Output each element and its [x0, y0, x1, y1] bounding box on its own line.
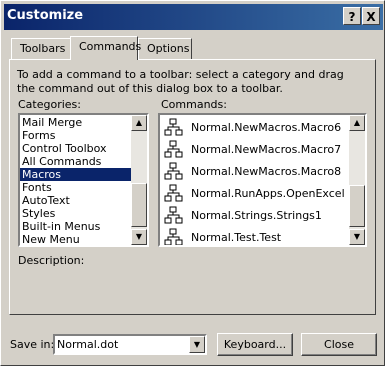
- command-label: Normal.NewMacros.Macro8: [191, 164, 342, 178]
- macro-icon: [163, 117, 185, 137]
- description-label: Description:: [18, 254, 85, 267]
- macro-icon: [163, 227, 185, 245]
- scroll-down-icon[interactable]: ▼: [131, 229, 147, 245]
- category-item[interactable]: Styles: [20, 207, 131, 220]
- customize-dialog: Customize ? X Toolbars Commands Options …: [0, 0, 385, 366]
- commands-scrollbar[interactable]: ▲ ▼: [349, 115, 365, 245]
- tab-label: Toolbars: [20, 42, 66, 55]
- title-bar[interactable]: Customize ? X: [4, 4, 383, 30]
- tab-label: Options: [147, 42, 190, 55]
- macro-icon: [163, 139, 185, 159]
- commands-list[interactable]: Normal.NewMacros.Macro6 Normal.NewMacros.…: [158, 113, 367, 247]
- macro-icon: [163, 205, 185, 225]
- save-in-label: Save in:: [10, 338, 55, 351]
- command-label: Normal.NewMacros.Macro6: [191, 120, 342, 134]
- chevron-down-icon[interactable]: ▼: [189, 336, 205, 353]
- tab-options[interactable]: Options: [138, 38, 192, 60]
- scroll-up-icon[interactable]: ▲: [131, 115, 147, 131]
- command-item[interactable]: Normal.NewMacros.Macro8: [160, 160, 349, 182]
- command-label: Normal.Strings.Strings1: [191, 208, 322, 222]
- macro-icon: [163, 183, 185, 203]
- save-in-combo[interactable]: Normal.dot ▼: [53, 334, 207, 355]
- tab-toolbars[interactable]: Toolbars: [11, 38, 71, 60]
- command-item[interactable]: Normal.Strings.Strings1: [160, 204, 349, 226]
- category-item[interactable]: Fonts: [20, 181, 131, 194]
- category-item[interactable]: Mail Merge: [20, 116, 131, 129]
- save-in-value: Normal.dot: [57, 338, 119, 351]
- command-label: Normal.NewMacros.Macro7: [191, 142, 342, 156]
- dialog-title: Customize: [7, 8, 84, 23]
- categories-list[interactable]: Mail Merge Forms Control Toolbox All Comman…: [18, 113, 149, 247]
- command-label: Normal.Test.Test: [191, 230, 282, 244]
- close-icon[interactable]: X: [362, 7, 380, 25]
- tab-commands[interactable]: Commands: [70, 36, 142, 60]
- commands-label: Commands:: [161, 98, 227, 111]
- tab-label: Commands: [79, 40, 142, 53]
- command-item[interactable]: Normal.Test.Test: [160, 226, 349, 245]
- category-item[interactable]: New Menu: [20, 233, 131, 245]
- command-item[interactable]: Normal.NewMacros.Macro7: [160, 138, 349, 160]
- command-item[interactable]: Normal.NewMacros.Macro6: [160, 116, 349, 138]
- command-item[interactable]: Normal.RunApps.OpenExcel: [160, 182, 349, 204]
- instructions-text: To add a command to a toolbar: select a …: [17, 68, 344, 95]
- category-item[interactable]: All Commands: [20, 155, 131, 168]
- macro-icon: [163, 161, 185, 181]
- category-item[interactable]: Control Toolbox: [20, 142, 131, 155]
- scroll-down-icon[interactable]: ▼: [349, 229, 365, 245]
- categories-scrollbar[interactable]: ▲ ▼: [131, 115, 147, 245]
- help-button[interactable]: ?: [343, 7, 361, 25]
- category-item[interactable]: AutoText: [20, 194, 131, 207]
- command-label: Normal.RunApps.OpenExcel: [191, 186, 345, 200]
- scroll-thumb[interactable]: [349, 185, 365, 227]
- category-item[interactable]: Built-in Menus: [20, 220, 131, 233]
- category-item[interactable]: Forms: [20, 129, 131, 142]
- categories-label: Categories:: [18, 98, 81, 111]
- close-button[interactable]: Close: [301, 333, 377, 356]
- category-item[interactable]: Macros: [20, 168, 131, 181]
- scroll-thumb[interactable]: [131, 183, 147, 227]
- keyboard-button[interactable]: Keyboard...: [217, 333, 293, 356]
- scroll-up-icon[interactable]: ▲: [349, 115, 365, 131]
